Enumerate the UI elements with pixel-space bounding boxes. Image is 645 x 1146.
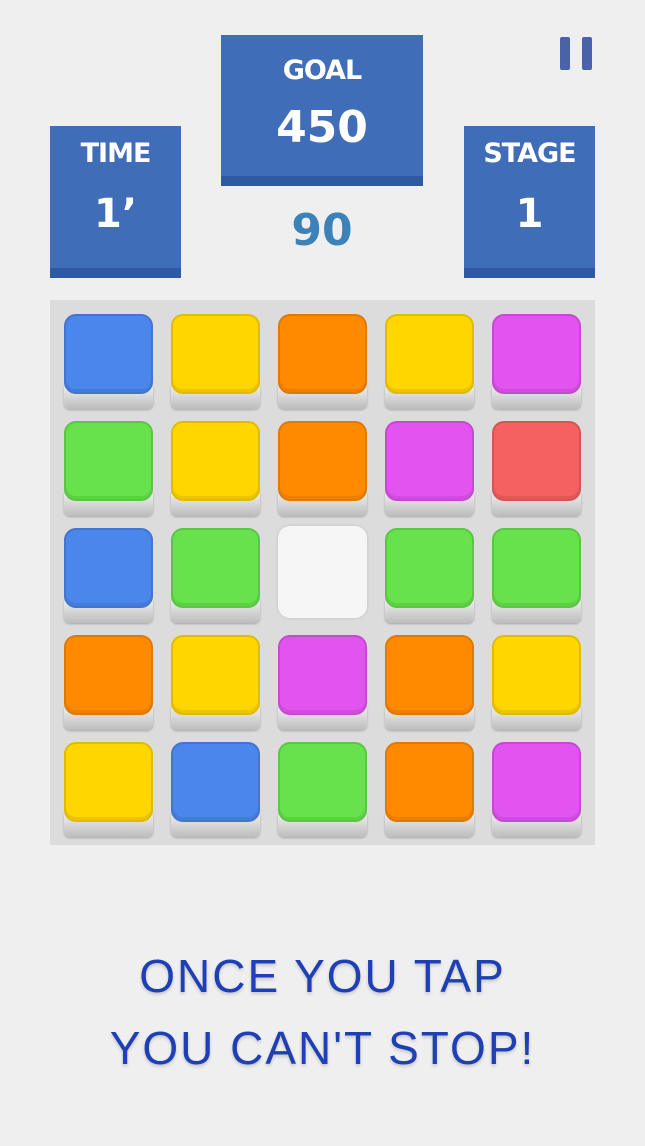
tile-slot: [60, 310, 157, 409]
current-score: 90: [291, 205, 353, 256]
tile-empty: [278, 526, 367, 618]
tile-yellow[interactable]: [171, 314, 260, 394]
time-label: TIME: [80, 138, 152, 169]
tile-orange[interactable]: [64, 635, 153, 715]
tile-magenta[interactable]: [492, 314, 581, 394]
tile-slot: [381, 738, 478, 837]
tile-orange[interactable]: [278, 314, 367, 394]
tile-orange[interactable]: [385, 635, 474, 715]
tile-orange[interactable]: [385, 742, 474, 822]
tagline: ONCE YOU TAP YOU CAN'T STOP!: [0, 940, 645, 1084]
tile-slot: [274, 417, 371, 516]
tile-yellow[interactable]: [171, 635, 260, 715]
pause-button[interactable]: [558, 37, 594, 73]
tile-slot: [167, 524, 264, 623]
tile-slot: [167, 310, 264, 409]
tile-yellow[interactable]: [64, 742, 153, 822]
tile-blue[interactable]: [64, 528, 153, 608]
tile-slot: [60, 417, 157, 516]
tile-slot: [381, 417, 478, 516]
tile-green[interactable]: [492, 528, 581, 608]
tile-slot: [381, 310, 478, 409]
tile-slot: [167, 417, 264, 516]
tile-green[interactable]: [278, 742, 367, 822]
tile-slot: [488, 631, 585, 730]
goal-panel: GOAL 450: [221, 35, 423, 186]
tile-yellow[interactable]: [171, 421, 260, 501]
tile-slot: [381, 524, 478, 623]
goal-label: GOAL: [282, 55, 363, 86]
tile-slot: [488, 417, 585, 516]
tile-green[interactable]: [64, 421, 153, 501]
game-board: [50, 300, 595, 845]
tile-magenta[interactable]: [492, 742, 581, 822]
tile-slot: [274, 631, 371, 730]
tile-green[interactable]: [385, 528, 474, 608]
tile-slot: [167, 631, 264, 730]
goal-value: 450: [276, 102, 368, 153]
tile-slot: [274, 738, 371, 837]
tile-green[interactable]: [171, 528, 260, 608]
tile-slot: [381, 631, 478, 730]
tile-blue[interactable]: [64, 314, 153, 394]
tile-slot: [60, 738, 157, 837]
tile-slot: [60, 631, 157, 730]
tile-slot: [274, 524, 371, 623]
tile-slot: [167, 738, 264, 837]
stage-panel: STAGE 1: [464, 126, 595, 278]
tagline-line-2: YOU CAN'T STOP!: [109, 1022, 536, 1074]
tile-slot: [60, 524, 157, 623]
tile-magenta[interactable]: [385, 421, 474, 501]
stage-value: 1: [515, 191, 544, 237]
tile-slot: [488, 310, 585, 409]
tile-slot: [274, 310, 371, 409]
tile-yellow[interactable]: [385, 314, 474, 394]
tile-blue[interactable]: [171, 742, 260, 822]
tile-yellow[interactable]: [492, 635, 581, 715]
tile-magenta[interactable]: [278, 635, 367, 715]
stage-label: STAGE: [483, 138, 576, 169]
tagline-line-1: ONCE YOU TAP: [139, 950, 506, 1002]
tile-slot: [488, 738, 585, 837]
time-panel: TIME 1’: [50, 126, 181, 278]
tile-red[interactable]: [492, 421, 581, 501]
tile-slot: [488, 524, 585, 623]
tile-orange[interactable]: [278, 421, 367, 501]
time-value: 1’: [93, 191, 138, 237]
